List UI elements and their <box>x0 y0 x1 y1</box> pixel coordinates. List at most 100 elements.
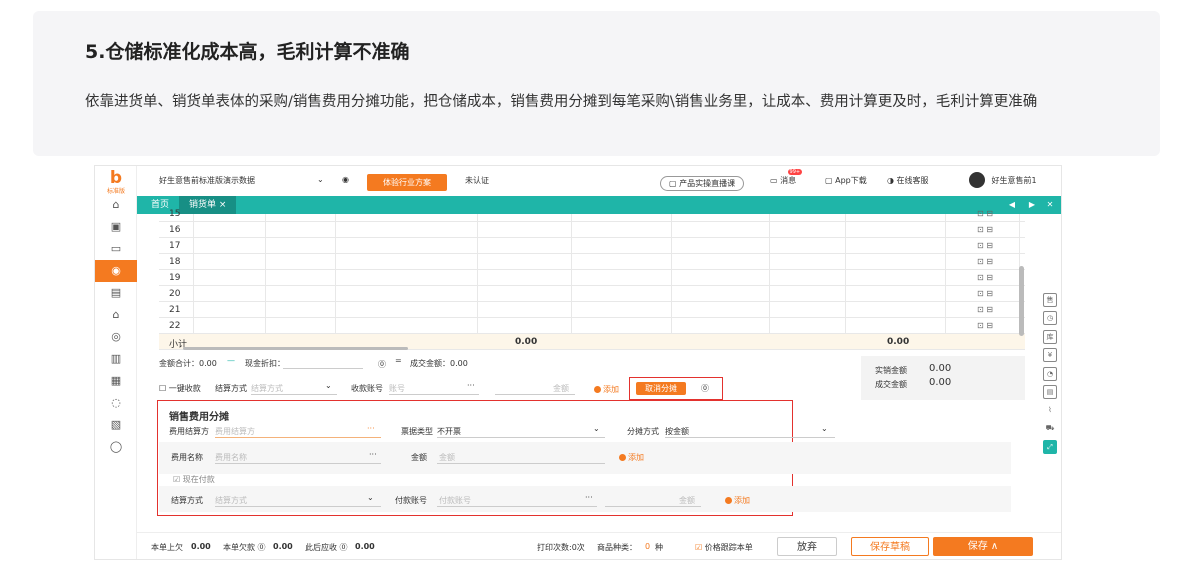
amount-input[interactable]: 金额 <box>553 383 569 394</box>
product-kinds-unit: 种 <box>655 543 663 552</box>
fee-amount-input[interactable]: 金额 <box>439 452 455 463</box>
after-receivable-value: 0.00 <box>355 542 375 551</box>
help-icon[interactable]: ⓪ <box>701 383 709 394</box>
save-draft-button[interactable]: 保存草稿 <box>851 537 929 556</box>
prev-debt-label: 本单上欠 <box>151 543 183 552</box>
tab-next-icon[interactable]: ▶ <box>1023 196 1041 214</box>
purchase-icon[interactable]: ▭ <box>95 238 137 260</box>
table-row[interactable]: 16 ⊡ ⊟ <box>159 222 1025 238</box>
pay-now-checkbox[interactable]: ☑ 现在付款 <box>173 474 215 485</box>
expand-icon[interactable]: ⤢ <box>1043 440 1057 454</box>
money-icon[interactable]: ◎ <box>95 326 137 348</box>
home-icon[interactable]: ⌂ <box>95 194 137 216</box>
equals-icon: = <box>395 356 402 365</box>
more-icon[interactable]: ··· <box>467 381 475 390</box>
account-name[interactable]: 好生意售前标准版演示数据 <box>159 175 255 186</box>
horizontal-scrollbar[interactable] <box>183 347 408 350</box>
banner-description: 依靠进货单、销货单表体的采购/销售费用分摊功能，把仓储成本，销售费用分摊到每笔采… <box>85 94 1038 110</box>
document-icon[interactable]: ▦ <box>95 370 137 392</box>
sale-tool-icon[interactable]: 售 <box>1043 293 1057 307</box>
message-badge: 99+ <box>787 169 803 175</box>
prev-debt-value: 0.00 <box>191 542 211 551</box>
cash-discount-input[interactable] <box>283 368 363 369</box>
stat-tool-icon[interactable]: ▤ <box>1043 385 1057 399</box>
table-row[interactable]: 20 ⊡ ⊟ <box>159 286 1025 302</box>
table-row[interactable]: 19 ⊡ ⊟ <box>159 270 1025 286</box>
attach-icon[interactable]: ⌇ <box>1043 404 1057 418</box>
pay-add-button[interactable]: 添加 <box>725 495 750 506</box>
inventory-icon[interactable]: ▤ <box>95 282 137 304</box>
table-row[interactable]: 18 ⊡ ⊟ <box>159 254 1025 270</box>
warehouse-icon[interactable]: ⌂ <box>95 304 137 326</box>
pay-method-select[interactable]: 结算方式 <box>215 495 247 506</box>
message-button[interactable]: ▭ 消息 99+ <box>770 169 803 186</box>
tool-icon[interactable]: ◷ <box>1043 311 1057 325</box>
gift-icon[interactable]: ▣ <box>95 216 137 238</box>
account-input[interactable]: 账号 <box>389 383 405 394</box>
cycle-icon[interactable]: ◌ <box>95 392 137 414</box>
actual-sales-value: 0.00 <box>929 363 952 374</box>
online-service-button[interactable]: ◑ 在线客服 <box>887 175 929 186</box>
truck-icon[interactable]: ⛟ <box>1043 422 1057 436</box>
help-icon[interactable]: ⓪ <box>378 359 386 370</box>
live-course-button[interactable]: ▢ 产品实操直播课 <box>660 176 745 191</box>
cert-status[interactable]: 未认证 <box>465 175 489 186</box>
history-tool-icon[interactable]: ◔ <box>1043 367 1057 381</box>
this-debt-label: 本单欠款 ⓪ <box>223 543 266 552</box>
money-tool-icon[interactable]: ¥ <box>1043 348 1057 362</box>
fee-name-label: 费用名称 <box>171 453 203 462</box>
sales-icon[interactable]: ◉ <box>95 260 137 282</box>
chevron-down-icon[interactable]: ⌄ <box>821 424 828 433</box>
amount-total: 金额合计：0.00 <box>159 359 217 368</box>
chevron-down-icon[interactable]: ⌄ <box>367 493 374 502</box>
more-icon[interactable]: ··· <box>585 493 593 502</box>
tab-close-icon[interactable]: ✕ <box>1041 196 1059 214</box>
fee-add-button[interactable]: 添加 <box>619 452 644 463</box>
more-icon[interactable]: ··· <box>367 424 375 433</box>
table-row[interactable]: 22 ⊡ ⊟ <box>159 318 1025 334</box>
app-download-button[interactable]: ▢ App下载 <box>825 175 867 186</box>
intro-banner: 5.仓储标准化成本高，毛利计算不准确 依靠进货单、销货单表体的采购/销售费用分摊… <box>33 11 1160 156</box>
chat-icon[interactable]: ◯ <box>95 436 137 458</box>
industry-solution-button[interactable]: 体验行业方案 <box>367 174 447 191</box>
avatar[interactable]: 好生意售前1 <box>969 172 1037 188</box>
fee-panel-title: 销售费用分摊 <box>169 412 229 423</box>
footer-bar: 本单上欠 0.00 本单欠款 ⓪ 0.00 此后应收 ⓪ 0.00 打印次数:0… <box>137 532 1061 559</box>
print-count: 打印次数:0次 <box>537 543 585 552</box>
right-toolbar: 售 ◷ 库 ¥ ◔ ▤ ⌇ ⛟ ⤢ <box>1041 293 1061 523</box>
discard-button[interactable]: 放弃 <box>777 537 837 556</box>
table-row[interactable]: 17 ⊡ ⊟ <box>159 238 1025 254</box>
app-logo: b 标准版 <box>106 168 125 196</box>
fee-settle-input[interactable]: 费用结算方 <box>215 426 255 437</box>
invoice-type-label: 票据类型 <box>401 427 433 436</box>
chevron-down-icon[interactable]: ⌄ <box>325 381 332 390</box>
settle-method-select[interactable]: 结算方式 <box>251 383 283 394</box>
more-icon[interactable]: ··· <box>369 450 377 459</box>
top-bar: 好生意售前标准版演示数据 ⌄ ◉ 体验行业方案 未认证 ▢ 产品实操直播课 ▭ … <box>137 166 1061 196</box>
collect-add-button[interactable]: 添加 <box>594 384 619 395</box>
note-icon[interactable]: ▧ <box>95 414 137 436</box>
alloc-method-select[interactable]: 按金额 <box>665 426 689 437</box>
price-track-checkbox[interactable]: ☑ 价格跟踪本单 <box>695 542 753 553</box>
one-click-checkbox[interactable]: ☐ 一键收款 <box>159 383 201 394</box>
eye-icon[interactable]: ◉ <box>342 175 349 184</box>
vertical-scrollbar[interactable] <box>1019 266 1024 336</box>
minus-icon: — <box>227 356 235 365</box>
table-row[interactable]: 21 ⊡ ⊟ <box>159 302 1025 318</box>
cancel-allocation-button[interactable]: 取消分摊 <box>636 382 686 395</box>
chevron-down-icon[interactable]: ⌄ <box>317 175 324 184</box>
invoice-type-select[interactable]: 不开票 <box>437 426 461 437</box>
settle-method-label: 结算方式 <box>215 384 247 393</box>
chevron-down-icon[interactable]: ⌄ <box>593 424 600 433</box>
report-icon[interactable]: ▥ <box>95 348 137 370</box>
table-row[interactable]: 15 ⊡ ⊟ <box>159 206 1025 222</box>
deal-amount-value: 0.00 <box>929 377 952 388</box>
product-kinds-label: 商品种类： <box>597 543 637 552</box>
pay-amount-input[interactable]: 金额 <box>679 495 695 506</box>
pay-account-input[interactable]: 付款账号 <box>439 495 471 506</box>
banner-title: 5.仓储标准化成本高，毛利计算不准确 <box>85 41 410 63</box>
sidebar: b 标准版 ⌂ ▣ ▭ ◉ ▤ ⌂ ◎ ▥ ▦ ◌ ▧ ◯ <box>95 166 137 559</box>
stock-tool-icon[interactable]: 库 <box>1043 330 1057 344</box>
save-button[interactable]: 保存 ∧ <box>933 537 1033 556</box>
fee-name-input[interactable]: 费用名称 <box>215 452 247 463</box>
